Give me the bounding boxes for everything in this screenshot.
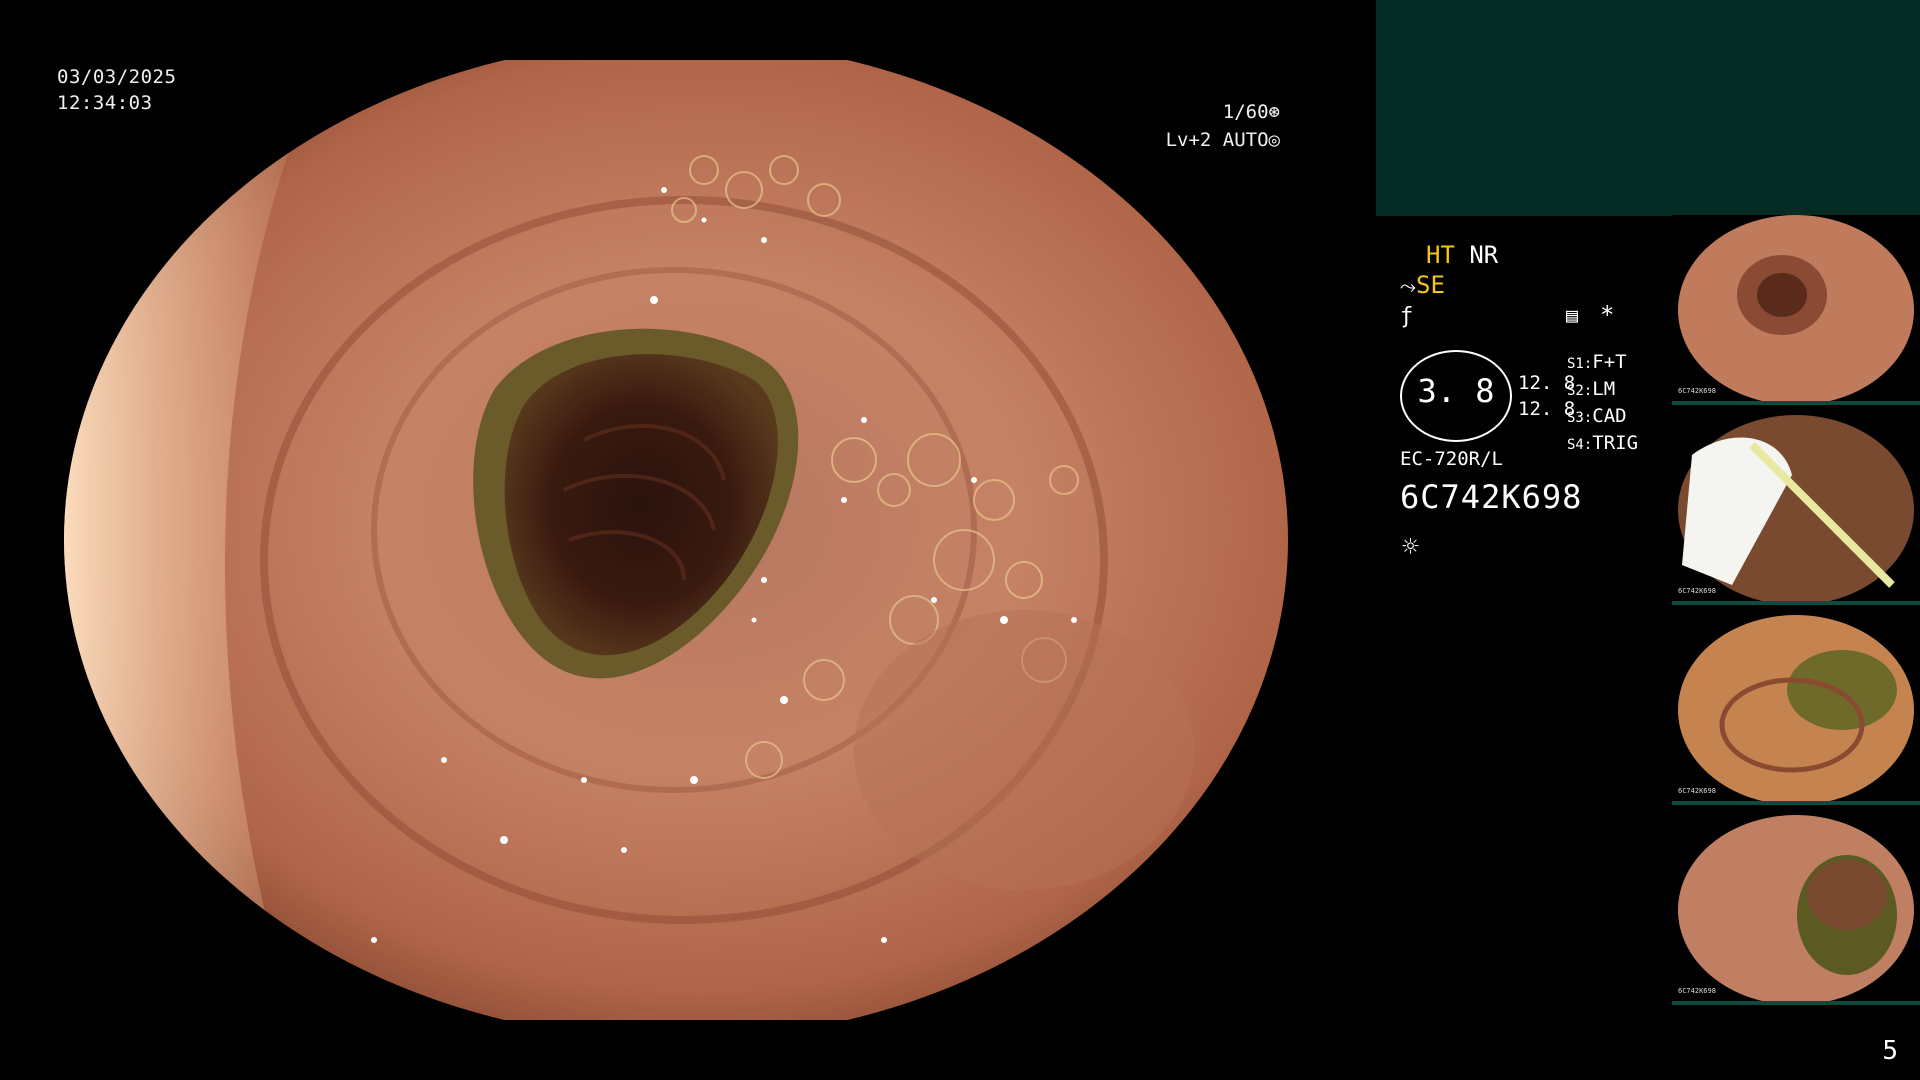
- preset-item: S1:F+T: [1567, 351, 1627, 373]
- exposure-mode: AUTO: [1222, 129, 1269, 151]
- endoscope-view: [64, 60, 1288, 1020]
- thumbnail[interactable]: 6C742K698: [1672, 815, 1920, 1005]
- thumbnail-image: [1672, 415, 1920, 605]
- enhance-icon: ⤳: [1400, 274, 1416, 298]
- se-label: SE: [1416, 271, 1445, 299]
- thumbnail-label: 6C742K698: [1678, 387, 1716, 395]
- thumbnail-label: 6C742K698: [1678, 787, 1716, 795]
- scope-serial: 6C742K698: [1400, 478, 1583, 516]
- thumbnail-border: [1672, 401, 1920, 405]
- preset-list: S1:F+T S2:LM S3:CAD S4:TRIG: [1567, 350, 1638, 458]
- gauge-value: 3. 8: [1417, 372, 1495, 410]
- thumbnail[interactable]: 6C742K698: [1672, 615, 1920, 805]
- preset-item: S3:CAD: [1567, 405, 1627, 427]
- endoscope-image: [64, 60, 1288, 1020]
- exposure-info: 1/60⊛ Lv+2 AUTO◎: [1166, 98, 1280, 154]
- aperture-icon: ⊛: [1268, 101, 1280, 123]
- page-number: 5: [1882, 1036, 1898, 1066]
- thumbnail-label: 6C742K698: [1678, 587, 1716, 595]
- target-icon: ◎: [1268, 129, 1280, 151]
- gauge: 3. 8: [1400, 350, 1516, 446]
- star-mark: *: [1600, 301, 1615, 329]
- thumbnail-image: [1672, 615, 1920, 805]
- settings-block: HT NR ⤳SE ƒ ▤ *: [1400, 240, 1660, 330]
- thumbnail-image: [1672, 215, 1920, 405]
- menu-icon: ▤: [1566, 303, 1579, 327]
- exposure-level: Lv+2: [1165, 129, 1212, 151]
- thumbnail-image: [1672, 815, 1920, 1005]
- thumbnail-border: [1672, 801, 1920, 805]
- nr-label: NR: [1469, 241, 1499, 269]
- preset-item: S4:TRIG: [1567, 432, 1639, 454]
- f-slash-icon: ƒ: [1400, 304, 1414, 329]
- scope-model: EC-720R/L: [1400, 448, 1503, 470]
- thumbnail-border: [1672, 1001, 1920, 1005]
- ht-label: HT: [1426, 241, 1455, 269]
- time-text: 12:34:03: [57, 92, 153, 114]
- thumbnail-border: [1672, 601, 1920, 605]
- date-text: 03/03/2025: [57, 66, 177, 88]
- thumbnail[interactable]: 6C742K698: [1672, 415, 1920, 605]
- light-sun-icon: ☼: [1402, 530, 1419, 563]
- thumbnail-label: 6C742K698: [1678, 987, 1716, 995]
- thumbnail[interactable]: 6C742K698: [1672, 215, 1920, 405]
- thumbnail-strip: 6C742K698 6C742K698 6C742K698 6C742K698: [1672, 215, 1920, 1015]
- info-panel-background: [1376, 0, 1920, 216]
- shutter-speed: 1/60: [1222, 101, 1269, 123]
- datetime: 03/03/2025 12:34:03: [57, 64, 176, 116]
- preset-item: S2:LM: [1567, 378, 1616, 400]
